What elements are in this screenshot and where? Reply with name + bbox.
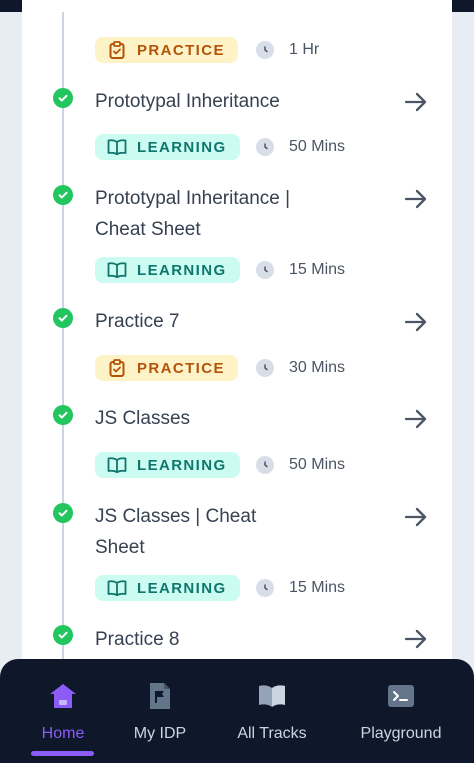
clock-icon bbox=[256, 261, 274, 279]
duration-text: 50 Mins bbox=[289, 456, 346, 473]
check-circle-icon bbox=[53, 625, 73, 645]
nav-item-all-tracks[interactable]: All Tracks bbox=[232, 659, 312, 763]
clock-icon bbox=[256, 359, 274, 377]
item-title[interactable]: JS Classes | Cheat Sheet bbox=[95, 501, 295, 563]
clock-icon bbox=[256, 138, 274, 156]
arrow-right-icon[interactable] bbox=[402, 625, 430, 653]
duration-text: 1 Hr bbox=[289, 41, 320, 58]
clipboard-icon bbox=[107, 41, 127, 59]
badge-label: PRACTICE bbox=[137, 41, 225, 59]
nav-label: My IDP bbox=[133, 725, 187, 742]
learning-badge: LEARNING bbox=[95, 134, 240, 160]
nav-item-home[interactable]: Home bbox=[32, 659, 94, 763]
item-title[interactable]: Practice 8 bbox=[95, 624, 385, 655]
practice-badge: PRACTICE bbox=[95, 37, 238, 63]
learning-badge: LEARNING bbox=[95, 452, 240, 478]
home-icon bbox=[48, 681, 78, 711]
clock-icon bbox=[256, 456, 274, 474]
book-open-icon bbox=[107, 261, 127, 279]
arrow-right-icon[interactable] bbox=[402, 185, 430, 213]
practice-badge: PRACTICE bbox=[95, 355, 238, 381]
book-open-icon bbox=[107, 138, 127, 156]
nav-item-my-idp[interactable]: My IDP bbox=[128, 659, 192, 763]
clock-icon bbox=[256, 579, 274, 597]
check-circle-icon bbox=[53, 405, 73, 425]
learning-badge: LEARNING bbox=[95, 575, 240, 601]
duration-text: 30 Mins bbox=[289, 359, 346, 376]
check-circle-icon bbox=[53, 503, 73, 523]
badge-label: PRACTICE bbox=[137, 359, 225, 377]
book-open-icon bbox=[107, 456, 127, 474]
item-title[interactable]: Practice 7 bbox=[95, 306, 385, 337]
badge-label: LEARNING bbox=[137, 261, 227, 279]
nav-item-playground[interactable]: Playground bbox=[356, 659, 446, 763]
arrow-right-icon[interactable] bbox=[402, 405, 430, 433]
check-circle-icon bbox=[53, 185, 73, 205]
badge-label: LEARNING bbox=[137, 456, 227, 474]
badge-label: LEARNING bbox=[137, 138, 227, 156]
nav-label: Playground bbox=[360, 725, 442, 742]
bottom-navigation: Home My IDP All Tracks Playground bbox=[0, 659, 474, 763]
item-title[interactable]: JS Classes bbox=[95, 403, 385, 434]
arrow-right-icon[interactable] bbox=[402, 308, 430, 336]
item-title[interactable]: Prototypal Inheritance | Cheat Sheet bbox=[95, 183, 315, 245]
item-title[interactable]: Prototypal Inheritance bbox=[95, 86, 385, 117]
book-open-icon bbox=[107, 579, 127, 597]
timeline-line bbox=[62, 12, 64, 692]
duration-text: 15 Mins bbox=[289, 261, 346, 278]
nav-label: All Tracks bbox=[237, 725, 307, 742]
learning-badge: LEARNING bbox=[95, 257, 240, 283]
document-flag-icon bbox=[145, 681, 175, 711]
badge-label: LEARNING bbox=[137, 579, 227, 597]
clipboard-icon bbox=[107, 359, 127, 377]
active-tab-indicator bbox=[31, 751, 94, 756]
book-icon bbox=[257, 681, 287, 711]
arrow-right-icon[interactable] bbox=[402, 88, 430, 116]
clock-icon bbox=[256, 41, 274, 59]
nav-label: Home bbox=[41, 725, 85, 742]
arrow-right-icon[interactable] bbox=[402, 503, 430, 531]
duration-text: 50 Mins bbox=[289, 138, 346, 155]
terminal-icon bbox=[386, 681, 416, 711]
duration-text: 15 Mins bbox=[289, 579, 346, 596]
check-circle-icon bbox=[53, 88, 73, 108]
check-circle-icon bbox=[53, 308, 73, 328]
